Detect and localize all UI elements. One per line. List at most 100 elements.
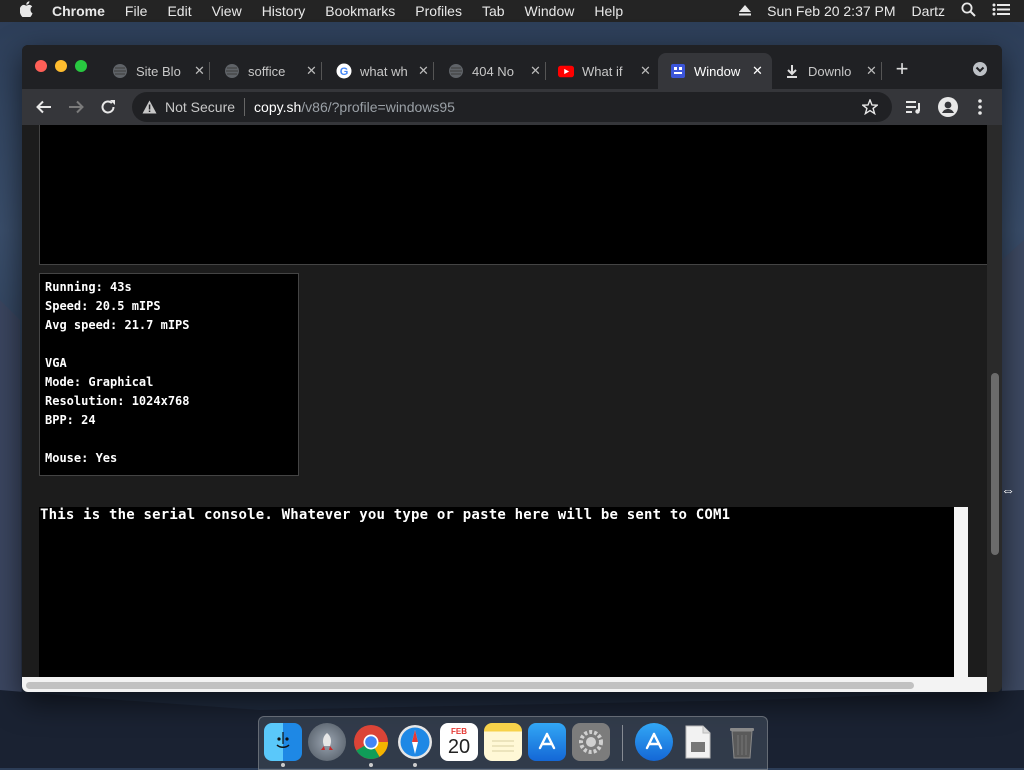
reload-icon[interactable] [96,95,120,119]
browser-toolbar: Not Secure copy.sh /v86/?profile=windows… [22,89,1002,125]
emulator-screen[interactable] [39,125,989,265]
apple-menu-icon[interactable] [0,0,42,22]
calendar-icon[interactable]: FEB 20 [440,723,478,761]
app-store-download-icon[interactable] [635,723,673,761]
tab-title: What if [582,63,623,79]
bookmark-star-icon[interactable] [862,99,878,115]
back-arrow-icon[interactable] [32,95,56,119]
google-icon: G [336,63,352,79]
app-store-icon[interactable] [528,723,566,761]
tab-site-blocker[interactable]: Site Blo ✕ [100,53,210,89]
running-indicator [413,763,417,767]
close-tab-icon[interactable]: ✕ [306,63,317,79]
tab-separator [433,62,434,80]
menu-window[interactable]: Window [515,3,585,19]
warning-triangle-icon[interactable] [142,100,157,114]
vga-header: VGA [45,356,67,370]
calendar-day: 20 [447,735,471,758]
tab-search-chevron-icon[interactable] [968,57,992,81]
tab-windows95-v86[interactable]: Window ✕ [658,53,772,89]
safari-icon[interactable] [396,723,434,761]
menu-view[interactable]: View [202,3,252,19]
stat-vga-mode: Mode: Graphical [45,375,154,389]
svg-text:G: G [340,66,349,78]
page-vertical-scrollbar[interactable] [987,125,1002,692]
running-indicator [281,763,285,767]
finder-icon[interactable] [264,723,302,761]
emulator-stats-panel: Running: 43s Speed: 20.5 mIPS Avg speed:… [39,273,299,476]
youtube-icon [558,63,574,79]
page-horizontal-scrollbar[interactable] [22,677,987,692]
close-tab-icon[interactable]: ✕ [866,63,877,79]
tab-strip: Site Blo ✕ soffice ✕ G what wh ✕ 404 No … [22,45,1002,89]
tab-title: Site Blo [136,63,181,79]
stat-mouse: Mouse: Yes [45,451,118,465]
url-host: copy.sh [254,99,302,115]
security-status-label[interactable]: Not Secure [165,99,235,115]
chrome-icon[interactable] [352,723,390,761]
trash-icon[interactable] [723,723,761,761]
close-tab-icon[interactable]: ✕ [640,63,651,79]
macos-menubar: Chrome File Edit View History Bookmarks … [0,0,1024,22]
tab-soffice[interactable]: soffice ✕ [212,53,322,89]
system-preferences-icon[interactable] [572,723,610,761]
menu-edit[interactable]: Edit [157,3,201,19]
stat-vga-bpp: BPP: 24 [45,413,96,427]
globe-icon [448,63,464,79]
close-tab-icon[interactable]: ✕ [194,63,205,79]
close-tab-icon[interactable]: ✕ [752,63,763,79]
notes-icon[interactable] [484,723,522,761]
menu-history[interactable]: History [252,3,316,19]
stat-running: Running: 43s [45,280,132,294]
menubar-user[interactable]: Dartz [904,3,953,19]
macos-dock: FEB 20 [258,716,768,770]
menubar-clock[interactable]: Sun Feb 20 2:37 PM [759,3,903,19]
tab-title: soffice [248,63,286,79]
tab-title: Window [694,63,741,79]
close-tab-icon[interactable]: ✕ [530,63,541,79]
stat-avg-speed: Avg speed: 21.7 mIPS [45,318,190,332]
tab-title: 404 No [472,63,514,79]
forward-arrow-icon[interactable] [64,95,88,119]
dock-divider [622,725,623,761]
menu-profiles[interactable]: Profiles [405,3,472,19]
serial-console[interactable]: This is the serial console. Whatever you… [39,507,954,692]
tab-title: what wh [360,63,408,79]
profile-avatar-icon[interactable] [936,95,960,119]
menu-help[interactable]: Help [584,3,633,19]
tab-google-search[interactable]: G what wh ✕ [324,53,434,89]
chrome-window: Site Blo ✕ soffice ✕ G what wh ✕ 404 No … [22,45,1002,692]
globe-icon [112,63,128,79]
url-path: /v86/?profile=windows95 [301,99,455,115]
eject-icon[interactable] [731,3,759,19]
close-window-button[interactable] [35,60,47,72]
stat-speed: Speed: 20.5 mIPS [45,299,161,313]
globe-icon [224,63,240,79]
tab-youtube[interactable]: What if ✕ [546,53,656,89]
launchpad-icon[interactable] [308,723,346,761]
new-tab-plus-icon[interactable]: + [890,56,914,81]
vertical-scroll-thumb[interactable] [991,373,999,555]
menu-file[interactable]: File [115,3,158,19]
document-file-icon[interactable] [679,723,717,761]
address-bar[interactable]: Not Secure copy.sh /v86/?profile=windows… [132,92,892,122]
tab-download[interactable]: Downlo ✕ [772,53,882,89]
v86-icon [670,63,686,79]
calendar-month: FEB [451,726,467,736]
tab-404[interactable]: 404 No ✕ [436,53,546,89]
page-content: Running: 43s Speed: 20.5 mIPS Avg speed:… [22,125,1002,692]
close-tab-icon[interactable]: ✕ [418,63,429,79]
notification-center-icon[interactable] [984,3,1024,19]
chrome-menu-kebab-icon[interactable] [968,95,992,119]
menu-app-name[interactable]: Chrome [42,3,115,19]
minimize-window-button[interactable] [55,60,67,72]
tab-separator [209,62,210,80]
horizontal-scroll-thumb[interactable] [26,682,914,689]
serial-console-text: This is the serial console. Whatever you… [40,507,731,523]
zoom-window-button[interactable] [75,60,87,72]
serial-console-scrollbar[interactable] [954,507,968,692]
spotlight-search-icon[interactable] [953,2,984,20]
media-queue-icon[interactable] [902,95,926,119]
menu-tab[interactable]: Tab [472,3,515,19]
menu-bookmarks[interactable]: Bookmarks [315,3,405,19]
